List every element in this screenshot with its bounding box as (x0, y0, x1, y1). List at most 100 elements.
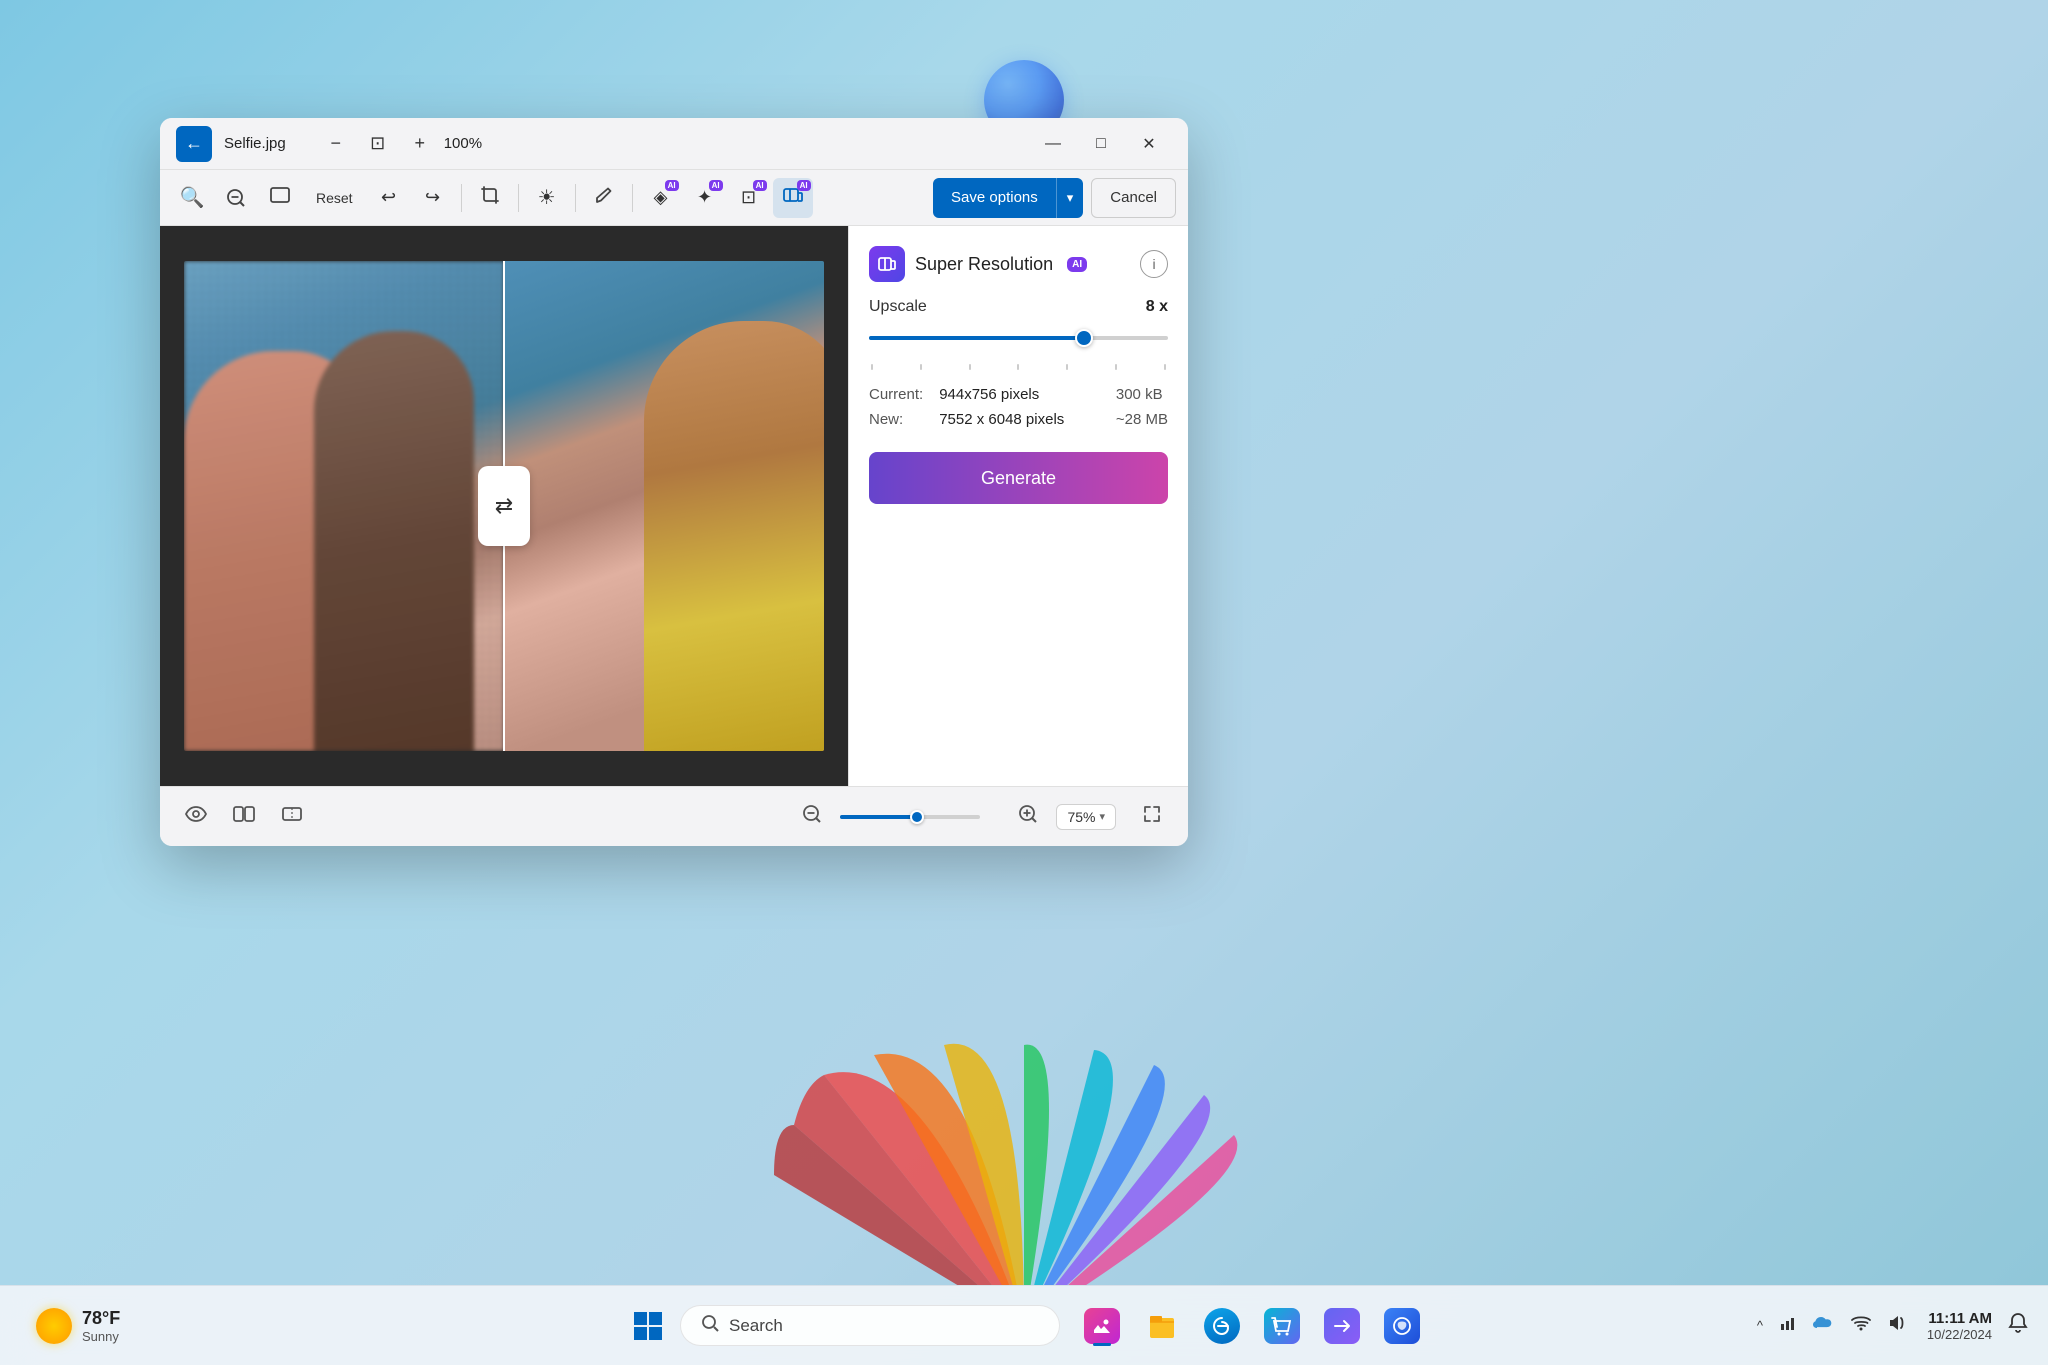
desktop-art (0, 1025, 2048, 1285)
clock-time: 11:11 AM (1927, 1310, 1992, 1327)
minimize-button[interactable]: — (1030, 126, 1076, 162)
current-label: Current: (869, 386, 923, 403)
zoom-out-icon (226, 188, 246, 208)
generate-button[interactable]: Generate (869, 452, 1168, 504)
compare-button[interactable] (224, 797, 264, 837)
maximize-icon: □ (1096, 135, 1106, 153)
clock[interactable]: 11:11 AM 10/22/2024 (1927, 1310, 1992, 1342)
slider-track (869, 336, 1168, 340)
zoom-in-button[interactable]: 🔍 (172, 178, 212, 218)
zoom-in-bottom-button[interactable] (1008, 797, 1048, 837)
zoom-percent-control[interactable]: 75% ▾ (1056, 804, 1116, 830)
zoom-slider-thumb[interactable] (910, 810, 924, 824)
ai-badge-panel: AI (1067, 257, 1087, 272)
bottom-toolbar: 75% ▾ (160, 786, 1188, 846)
fit-view-icon (269, 186, 291, 209)
tick-2 (920, 364, 922, 370)
separator-4 (632, 184, 633, 212)
zoom-fit-button[interactable]: ⊡ (360, 126, 396, 162)
super-resolution-button[interactable]: AI (773, 178, 813, 218)
weather-temp: 78°F (82, 1308, 120, 1329)
upscale-label: Upscale (869, 298, 927, 316)
search-bar[interactable]: Search (680, 1305, 1060, 1346)
close-button[interactable]: ✕ (1126, 126, 1172, 162)
zoom-in-top-button[interactable]: + (402, 126, 438, 162)
save-options-dropdown-button[interactable]: ▾ (1056, 178, 1084, 218)
reset-button[interactable]: Reset (304, 184, 365, 212)
taskbar-right: ^ (1753, 1310, 2028, 1342)
upscale-slider[interactable] (869, 328, 1168, 348)
aspect-icon (281, 805, 303, 828)
active-indicator (1093, 1343, 1111, 1346)
object-button[interactable]: ⊡ AI (729, 178, 769, 218)
slider-fill (869, 336, 1084, 340)
erase-button[interactable]: ◈ AI (641, 178, 681, 218)
zoom-slider[interactable] (840, 815, 980, 819)
start-button[interactable] (622, 1300, 674, 1352)
adjust-button[interactable]: ☀ (527, 178, 567, 218)
wifi-icon[interactable] (1847, 1311, 1875, 1340)
taskbar-icons (1078, 1302, 1426, 1350)
crop-button[interactable] (470, 178, 510, 218)
info-icon-button[interactable]: i (1140, 250, 1168, 278)
taskbar-files-icon[interactable] (1138, 1302, 1186, 1350)
adjust-icon: ☀ (538, 185, 556, 210)
zoom-slider-container (840, 815, 1000, 819)
taskbar-edge-icon[interactable] (1198, 1302, 1246, 1350)
onedrive-icon[interactable] (1809, 1312, 1839, 1339)
chevron-down-icon: ▾ (1067, 190, 1074, 205)
eye-button[interactable] (176, 797, 216, 837)
zoom-out-button[interactable] (216, 178, 256, 218)
panel-header: Super Resolution AI i (869, 246, 1168, 282)
zoom-in-bottom-icon (1018, 804, 1038, 829)
clock-date: 10/22/2024 (1927, 1327, 1992, 1342)
magic-select-button[interactable]: ✦ AI (685, 178, 725, 218)
tick-4 (1017, 364, 1019, 370)
redo-icon: ↪ (425, 187, 440, 208)
swap-handle[interactable]: ⇄ (478, 466, 530, 546)
current-pixels: 944x756 pixels (939, 386, 1100, 403)
network-icon[interactable] (1775, 1310, 1801, 1341)
eye-icon (185, 806, 207, 827)
system-tray: ^ (1753, 1310, 1911, 1341)
zoom-in-top-icon: + (414, 133, 425, 154)
right-panel: Super Resolution AI i Upscale 8 x (848, 226, 1188, 786)
weather-text: 78°F Sunny (82, 1308, 120, 1344)
zoom-out-top-button[interactable]: − (318, 126, 354, 162)
redo-button[interactable]: ↪ (413, 178, 453, 218)
cancel-button[interactable]: Cancel (1091, 178, 1176, 218)
taskbar-copilot-icon[interactable] (1378, 1302, 1426, 1350)
image-after (504, 261, 824, 751)
stats-grid: Current: 944x756 pixels 300 kB New: 7552… (869, 386, 1168, 428)
taskbar-photos-icon[interactable] (1078, 1302, 1126, 1350)
tray-chevron-icon[interactable]: ^ (1753, 1314, 1767, 1337)
back-button[interactable]: ← (176, 126, 212, 162)
save-options-button[interactable]: Save options (933, 178, 1056, 218)
fit-view-button[interactable] (260, 178, 300, 218)
taskbar-store-icon[interactable] (1258, 1302, 1306, 1350)
image-area: ⇄ (160, 226, 848, 786)
panel-icon (869, 246, 905, 282)
upscale-header: Upscale 8 x (869, 298, 1168, 316)
separator-2 (518, 184, 519, 212)
separator-3 (575, 184, 576, 212)
desktop: ← Selfie.jpg − ⊡ + 100% — (0, 0, 2048, 1365)
slider-thumb[interactable] (1075, 329, 1093, 347)
volume-icon[interactable] (1883, 1310, 1911, 1341)
aspect-button[interactable] (272, 797, 312, 837)
notification-icon[interactable] (2008, 1312, 2028, 1339)
undo-button[interactable]: ↩ (369, 178, 409, 218)
tick-3 (969, 364, 971, 370)
taskbar-teams-icon[interactable] (1318, 1302, 1366, 1350)
zoom-slider-track (840, 815, 917, 819)
titlebar: ← Selfie.jpg − ⊡ + 100% — (160, 118, 1188, 170)
draw-button[interactable] (584, 178, 624, 218)
zoom-out-bottom-button[interactable] (792, 797, 832, 837)
fullscreen-button[interactable] (1132, 797, 1172, 837)
taskbar-center: Search (622, 1300, 1426, 1352)
ai-badge-magic: AI (709, 180, 723, 191)
tick-5 (1066, 364, 1068, 370)
maximize-button[interactable]: □ (1078, 126, 1124, 162)
tick-6 (1115, 364, 1117, 370)
new-label: New: (869, 411, 923, 428)
